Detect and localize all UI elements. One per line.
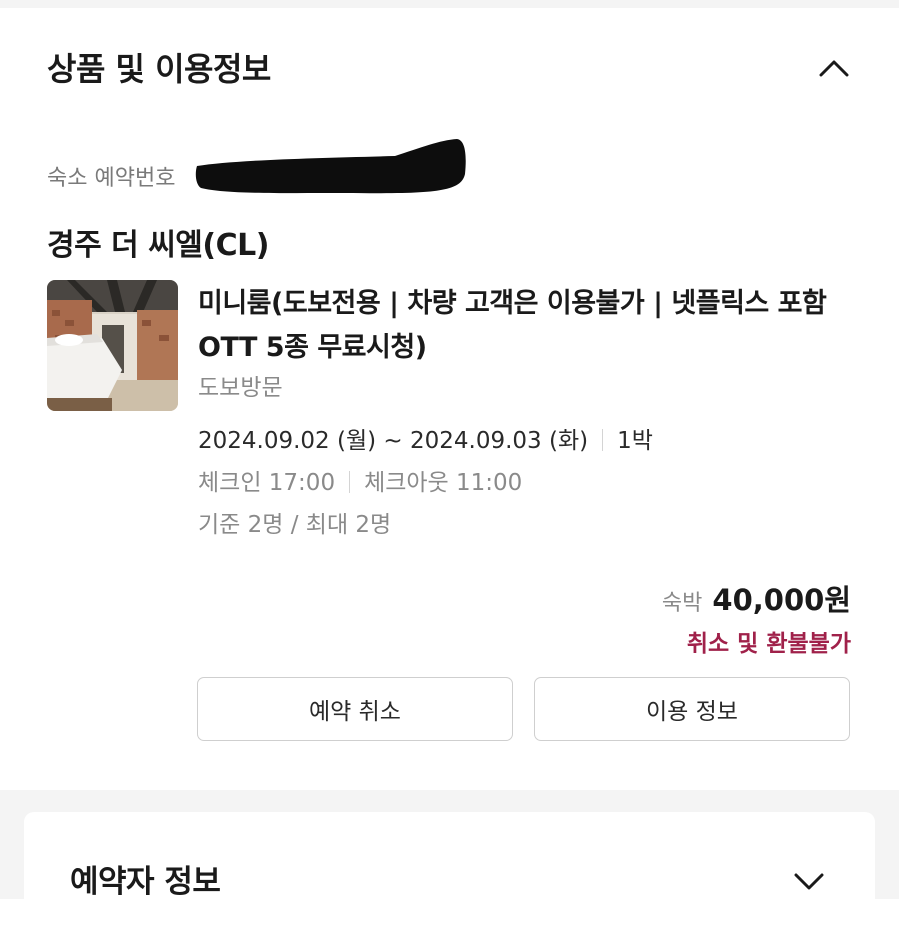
section-title-product-info: 상품 및 이용정보 xyxy=(47,50,271,88)
usage-info-button[interactable]: 이용 정보 xyxy=(534,677,850,741)
divider xyxy=(349,471,351,493)
divider xyxy=(602,429,604,451)
guest-capacity: 기준 2명 / 최대 2명 xyxy=(198,512,392,538)
nights-count: 1박 xyxy=(617,428,653,454)
booker-info-card[interactable]: 예약자 정보 xyxy=(24,812,875,932)
refund-policy-text: 취소 및 환불불가 xyxy=(686,631,851,657)
date-range: 2024.09.02 (월) ~ 2024.09.03 (화) xyxy=(198,428,589,454)
room-thumbnail-image[interactable] xyxy=(47,280,178,411)
cancel-reservation-button[interactable]: 예약 취소 xyxy=(197,677,513,741)
hotel-name: 경주 더 씨엘(CL) xyxy=(47,228,269,263)
redaction-mark xyxy=(195,136,470,202)
price-value: 40,000원 xyxy=(712,583,851,617)
reservation-number-label: 숙소 예약번호 xyxy=(47,166,176,191)
chevron-up-icon[interactable] xyxy=(819,58,849,78)
top-divider xyxy=(0,0,899,8)
price-row: 숙박 40,000원 xyxy=(662,577,851,619)
section-title-booker-info: 예약자 정보 xyxy=(70,864,221,900)
check-times-row: 체크인 17:00 체크아웃 11:00 xyxy=(198,463,522,497)
chevron-down-icon[interactable] xyxy=(794,872,824,892)
room-name: 미니룸(도보전용 | 차량 고객은 이용불가 | 넷플릭스 포함 OTT 5종 … xyxy=(198,288,827,363)
stay-dates-row: 2024.09.02 (월) ~ 2024.09.03 (화) 1박 xyxy=(198,421,653,455)
price-label: 숙박 xyxy=(661,591,703,616)
visit-type: 도보방문 xyxy=(198,375,283,401)
checkin-time: 체크인 17:00 xyxy=(198,470,336,496)
checkout-time: 체크아웃 11:00 xyxy=(364,470,523,496)
